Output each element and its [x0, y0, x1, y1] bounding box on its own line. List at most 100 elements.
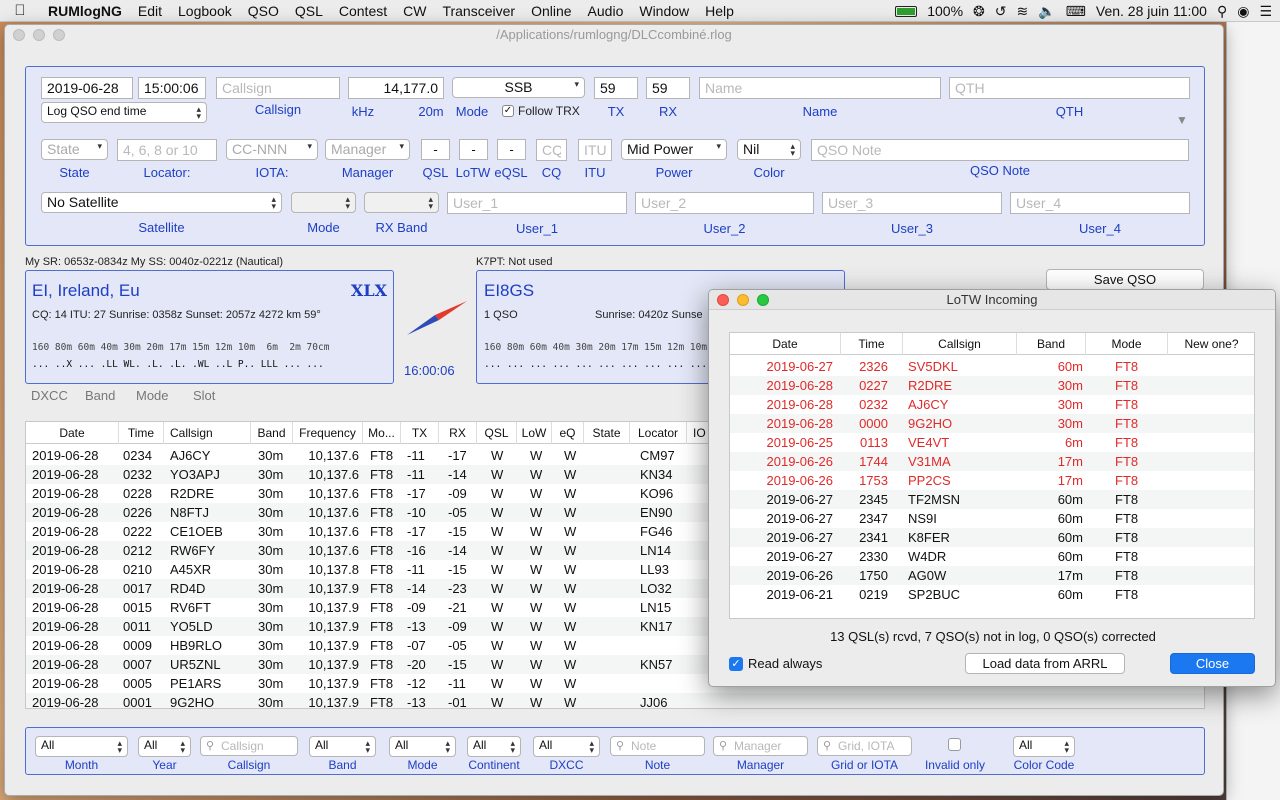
dialog-close-button[interactable] [717, 294, 729, 306]
year-filter[interactable]: All ▴ ▾ [138, 736, 191, 757]
lotw-row[interactable]: 2019-06-27 2347 NS9I 60m FT8 [730, 509, 1254, 528]
menu-help[interactable]: Help [697, 3, 742, 19]
name-input[interactable] [699, 77, 941, 99]
tab-band[interactable]: Band [85, 388, 115, 403]
date-field[interactable] [41, 77, 133, 99]
callsign-filter-input[interactable] [200, 736, 298, 756]
zoom-window-button[interactable] [53, 29, 65, 41]
band-filter[interactable]: All ▴ ▾ [309, 736, 376, 757]
user2-input[interactable] [635, 192, 814, 214]
col-rx[interactable]: RX [439, 422, 477, 444]
col-qsl[interactable]: QSL [477, 422, 517, 444]
manager-filter-input[interactable] [713, 736, 808, 756]
read-always-checkbox[interactable]: ✓ [729, 657, 743, 671]
sat-mode-select[interactable]: ▴ ▾ [291, 192, 356, 213]
tx-report-input[interactable] [594, 77, 638, 99]
table-row[interactable]: 2019-06-28 0001 9G2HO 30m 10,137.9 FT8 -13 -01 W… [26, 693, 1204, 708]
col-time[interactable]: Time [119, 422, 164, 444]
qsl-toggle[interactable]: - [421, 139, 450, 160]
col-mode[interactable]: Mo... [363, 422, 401, 444]
tab-mode[interactable]: Mode [136, 388, 169, 403]
dialog-zoom-button[interactable] [757, 294, 769, 306]
state-select[interactable]: State ▾ [41, 139, 108, 160]
lotw-col-date[interactable]: Date [730, 333, 841, 355]
lotw-row[interactable]: 2019-06-28 0227 R2DRE 30m FT8 [730, 376, 1254, 395]
qth-input[interactable] [949, 77, 1190, 99]
menu-logbook[interactable]: Logbook [170, 3, 240, 19]
rx-band-select[interactable]: ▴ ▾ [364, 192, 439, 213]
iota-select[interactable]: CC-NNN ▾ [226, 139, 318, 160]
clock[interactable]: Ven. 28 juin 11:00 [1096, 3, 1207, 19]
power-select[interactable]: Mid Power ▾ [621, 139, 727, 160]
lotw-col-time[interactable]: Time [841, 333, 903, 355]
keyboard-icon[interactable]: ⌨ [1066, 3, 1086, 20]
col-date[interactable]: Date [26, 422, 119, 444]
color-code-filter[interactable]: All ▴ ▾ [1013, 736, 1075, 757]
menu-online[interactable]: Online [523, 3, 579, 19]
continent-filter[interactable]: All ▴ ▾ [467, 736, 521, 757]
col-tx[interactable]: TX [401, 422, 439, 444]
menu-cw[interactable]: CW [395, 3, 434, 19]
note-filter-input[interactable] [610, 736, 705, 756]
app-menu[interactable]: RUMlogNG [40, 3, 130, 19]
lotw-row[interactable]: 2019-06-27 2341 K8FER 60m FT8 [730, 528, 1254, 547]
lotw-col-mode[interactable]: Mode [1086, 333, 1168, 355]
minimize-window-button[interactable] [33, 29, 45, 41]
grid-iota-filter-input[interactable] [817, 736, 912, 756]
lotw-row[interactable]: 2019-06-26 1744 V31MA 17m FT8 [730, 452, 1254, 471]
col-locator[interactable]: Locator [630, 422, 687, 444]
menu-edit[interactable]: Edit [130, 3, 170, 19]
close-window-button[interactable] [13, 29, 25, 41]
lotw-col-callsign[interactable]: Callsign [903, 333, 1017, 355]
lotw-row[interactable]: 2019-06-26 1753 PP2CS 17m FT8 [730, 471, 1254, 490]
col-lotw[interactable]: LoW [517, 422, 552, 444]
user3-input[interactable] [822, 192, 1002, 214]
col-state[interactable]: State [584, 422, 630, 444]
menu-transceiver[interactable]: Transceiver [434, 3, 523, 19]
dialog-minimize-button[interactable] [737, 294, 749, 306]
search-icon[interactable]: ⚲ [1217, 3, 1227, 20]
notification-center-icon[interactable]: ☰ [1259, 3, 1272, 20]
mode-select[interactable]: SSB ▾ [452, 77, 585, 98]
eqsl-toggle[interactable]: - [497, 139, 526, 160]
time-machine-icon[interactable]: ↺ [995, 3, 1007, 20]
apple-menu-icon[interactable]:  [0, 2, 40, 19]
menu-contest[interactable]: Contest [331, 3, 395, 19]
rx-report-input[interactable] [646, 77, 690, 99]
lotw-row[interactable]: 2019-06-21 0219 SP2BUC 60m FT8 [730, 585, 1254, 604]
callsign-input[interactable] [216, 77, 340, 99]
invalid-only-checkbox[interactable] [948, 738, 961, 751]
close-button[interactable]: Close [1170, 653, 1255, 674]
save-qso-button[interactable]: Save QSO [1046, 269, 1204, 290]
lotw-row[interactable]: 2019-06-27 2326 SV5DKL 60m FT8 [730, 357, 1254, 376]
tab-slot[interactable]: Slot [193, 388, 215, 403]
col-frequency[interactable]: Frequency [293, 422, 363, 444]
col-eqsl[interactable]: eQ [552, 422, 584, 444]
menu-qso[interactable]: QSO [240, 3, 287, 19]
month-filter[interactable]: All ▴ ▾ [35, 736, 128, 757]
lotw-row[interactable]: 2019-06-28 0232 AJ6CY 30m FT8 [730, 395, 1254, 414]
follow-trx-checkbox[interactable]: ✓ [502, 105, 514, 117]
lotw-col-band[interactable]: Band [1017, 333, 1086, 355]
dxcc-filter[interactable]: All ▴ ▾ [533, 736, 600, 757]
user1-input[interactable] [447, 192, 627, 214]
wifi-icon[interactable]: ≋ [1017, 3, 1029, 20]
lotw-col-new[interactable]: New one? [1168, 333, 1254, 355]
satellite-select[interactable]: No Satellite ▴ ▾ [41, 192, 282, 213]
aperture-icon[interactable]: ❂ [973, 3, 985, 20]
qso-note-input[interactable] [811, 139, 1189, 161]
lotw-row[interactable]: 2019-06-28 0000 9G2HO 30m FT8 [730, 414, 1254, 433]
disclosure-triangle-icon[interactable]: ▼ [1176, 113, 1188, 127]
col-callsign[interactable]: Callsign [164, 422, 251, 444]
menu-qsl[interactable]: QSL [287, 3, 331, 19]
manager-select[interactable]: Manager ▾ [325, 139, 410, 160]
time-field[interactable] [138, 77, 206, 99]
volume-icon[interactable]: 🔈 [1038, 3, 1055, 20]
menu-audio[interactable]: Audio [580, 3, 632, 19]
mode-filter[interactable]: All ▴ ▾ [389, 736, 456, 757]
lotw-row[interactable]: 2019-06-25 0113 VE4VT 6m FT8 [730, 433, 1254, 452]
lotw-toggle[interactable]: - [459, 139, 488, 160]
itu-zone-input[interactable] [578, 139, 612, 161]
user4-input[interactable] [1010, 192, 1190, 214]
log-end-time-select[interactable]: Log QSO end time ▴ ▾ [41, 102, 207, 123]
